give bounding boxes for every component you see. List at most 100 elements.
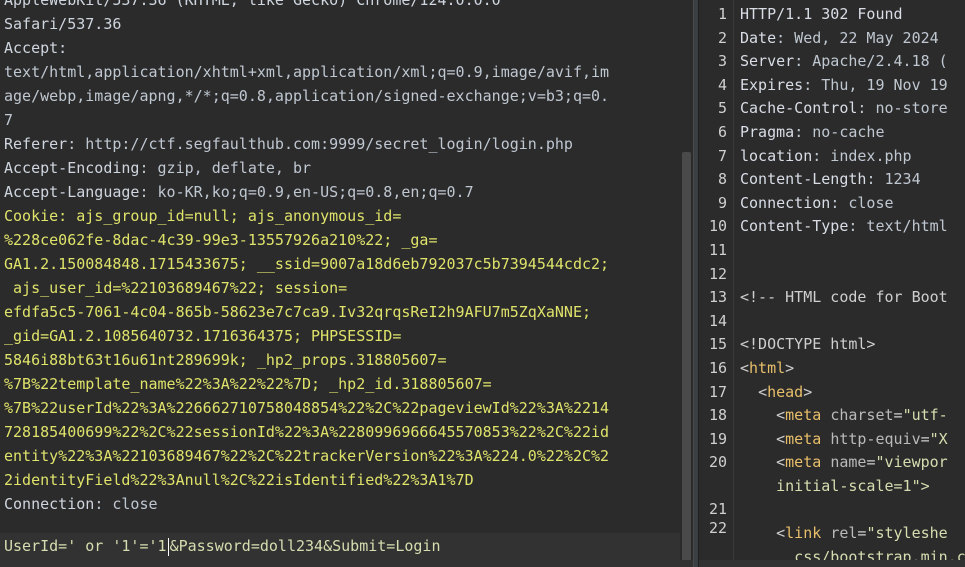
- html-attr-value: "X: [929, 429, 948, 448]
- cookie-text: 728185400699%22%2C%22sessionId%22%3A%228…: [4, 423, 610, 441]
- cookie-text: _gid=GA1.2.1085640732.1716364375; PHPSES…: [4, 327, 402, 345]
- request-line: Accept-Encoding: gzip, deflate, br: [4, 156, 680, 180]
- header-name: Referer: [4, 135, 68, 153]
- response-line: <meta name="viewpor: [776, 453, 948, 472]
- status-line: HTTP/1.1 302 Found: [740, 5, 903, 23]
- header-value: : 1234: [866, 170, 921, 189]
- cookie-text: efdfa5c5-7061-4c04-865b-58623e7c7ca9.Iv3…: [4, 303, 591, 321]
- cookie-text: 2identityField%22%3Anull%2C%22isIdentifi…: [4, 471, 474, 489]
- html-tag: link: [785, 524, 822, 543]
- request-line: Accept-Language: ko-KR,ko;q=0.9,en-US;q=…: [4, 180, 680, 204]
- html-attr-value: initial-scale=1">: [776, 476, 930, 495]
- response-line: Cache-Control: no-store: [740, 97, 965, 121]
- html-attr: http-equiv: [830, 429, 921, 448]
- header-value: : no-cache: [794, 122, 885, 141]
- header-value: : gzip, deflate, br: [139, 159, 312, 177]
- response-line: <link rel="styleshe: [776, 524, 948, 543]
- html-attr: name: [830, 453, 867, 472]
- line-number: 10: [708, 217, 727, 236]
- line-number: 14: [708, 311, 727, 330]
- html-tag: head: [767, 382, 804, 401]
- request-body-line[interactable]: UserId=' or '1'='1 &Password=doll234&Subm…: [0, 533, 680, 560]
- header-value: : close: [94, 495, 158, 513]
- response-line: Expires: Thu, 19 Nov 19: [740, 74, 965, 98]
- line-number: 19: [708, 429, 727, 448]
- html-tag: meta: [785, 406, 822, 425]
- cookie-line: efdfa5c5-7061-4c04-865b-58623e7c7ca9.Iv3…: [4, 300, 680, 324]
- header-value: : index.php: [812, 146, 912, 165]
- cookie-line: %228ce062fe-8dac-4c39-99e3-13557926a210%…: [4, 228, 680, 252]
- response-line: location: index.php: [740, 145, 965, 169]
- header-name: Cache-Control: [740, 99, 858, 118]
- cookie-text: GA1.2.150084848.1715433675; __ssid=9007a…: [4, 255, 610, 273]
- request-text[interactable]: AppleWebKit/537.36 (KHTML, like Gecko) C…: [4, 0, 680, 540]
- horizontal-scrollbar[interactable]: [699, 560, 965, 567]
- request-line: Safari/537.36: [4, 12, 680, 36]
- doctype: <!DOCTYPE html>: [740, 335, 876, 354]
- response-line: <meta http-equiv="X: [776, 429, 948, 448]
- line-number: 4: [717, 75, 727, 94]
- line-number: 9: [717, 193, 727, 212]
- cookie-text: %7B%22userId%22%3A%226662710758048854%22…: [4, 399, 610, 417]
- response-line: Server: Apache/2.4.18 (: [740, 50, 965, 74]
- response-viewer-pane[interactable]: 1 2 3 4 5 6 7 8 9 10 11 12 13 14 15 16 17 18 19 20 21 22 HTTP…: [699, 0, 965, 567]
- line-number: 8: [717, 170, 727, 189]
- request-editor-pane[interactable]: AppleWebKit/537.36 (KHTML, like Gecko) C…: [0, 0, 693, 567]
- html-attr-value: "viewpor: [875, 453, 948, 472]
- response-line: Connection: close: [740, 192, 965, 216]
- request-line: Referer: http://ctf.segfaulthub.com:9999…: [4, 132, 680, 156]
- response-line: initial-scale=1">: [740, 475, 965, 499]
- header-name: Server: [740, 52, 795, 71]
- header-name: Date: [740, 28, 777, 47]
- html-attr-value: "utf-: [902, 406, 948, 425]
- request-line: Accept:: [4, 36, 680, 60]
- line-number: 7: [717, 146, 727, 165]
- header-value-text: 7: [4, 111, 14, 129]
- body-payload-text: &Password=doll234&Submit=Login: [169, 537, 441, 555]
- response-line: Content-Length: 1234: [740, 168, 965, 192]
- html-attr: rel: [830, 524, 858, 543]
- html-tag: meta: [785, 453, 822, 472]
- response-line: HTTP/1.1 302 Found: [740, 3, 965, 27]
- header-value: : no-store: [857, 99, 948, 118]
- response-line: <head>: [758, 382, 813, 401]
- cookie-text: %7B%22template_name%22%3A%22%22%7D; _hp2…: [4, 375, 492, 393]
- line-number: 11: [708, 240, 727, 259]
- line-number: 22: [708, 519, 727, 538]
- header-name: Accept-Language: [4, 183, 140, 201]
- header-name: Content-Length: [740, 170, 867, 189]
- response-line: <html>: [740, 358, 795, 377]
- request-line: Connection: close: [4, 492, 680, 516]
- line-number: 5: [717, 99, 727, 118]
- header-value-text: AppleWebKit/537.36 (KHTML, like Gecko) C…: [4, 0, 501, 9]
- header-name: location: [740, 146, 813, 165]
- line-number: 20: [708, 453, 727, 472]
- response-line: <!DOCTYPE html>: [740, 333, 965, 357]
- scrollbar-thumb[interactable]: [682, 152, 691, 562]
- header-name: Pragma: [740, 122, 795, 141]
- header-value: : Apache/2.4.18 (: [794, 52, 948, 71]
- cookie-text: entity%22%3A%22103689467%22%2C%22tracker…: [4, 447, 610, 465]
- cookie-line: ajs_user_id=%22103689467%22; session=: [4, 276, 680, 300]
- response-text[interactable]: HTTP/1.1 302 Found Date: Wed, 22 May 202…: [740, 3, 965, 567]
- cookie-line: %7B%22template_name%22%3A%22%22%7D; _hp2…: [4, 372, 680, 396]
- header-value: : close: [830, 193, 894, 212]
- horizontal-scrollbar[interactable]: [0, 560, 693, 567]
- line-number: 15: [708, 335, 727, 354]
- header-value-text: text/html,application/xhtml+xml,applicat…: [4, 63, 610, 81]
- cookie-line: %7B%22userId%22%3A%226662710758048854%22…: [4, 396, 680, 420]
- line-number: 6: [717, 122, 727, 141]
- line-number: [699, 475, 727, 499]
- body-payload-text: UserId=' or '1'='1: [4, 537, 167, 555]
- line-number: 21: [708, 500, 727, 518]
- header-value-text: Safari/537.36: [4, 15, 122, 33]
- cookie-line: 728185400699%22%2C%22sessionId%22%3A%228…: [4, 420, 680, 444]
- line-number: 1: [717, 5, 727, 23]
- html-attr: charset: [830, 406, 894, 425]
- cookie-text: 5846i88bt63t16u61nt289699k; _hp2_props.3…: [4, 351, 447, 369]
- request-line: 7: [4, 108, 680, 132]
- line-number: 18: [708, 406, 727, 425]
- cookie-text: %228ce062fe-8dac-4c39-99e3-13557926a210%…: [4, 231, 438, 249]
